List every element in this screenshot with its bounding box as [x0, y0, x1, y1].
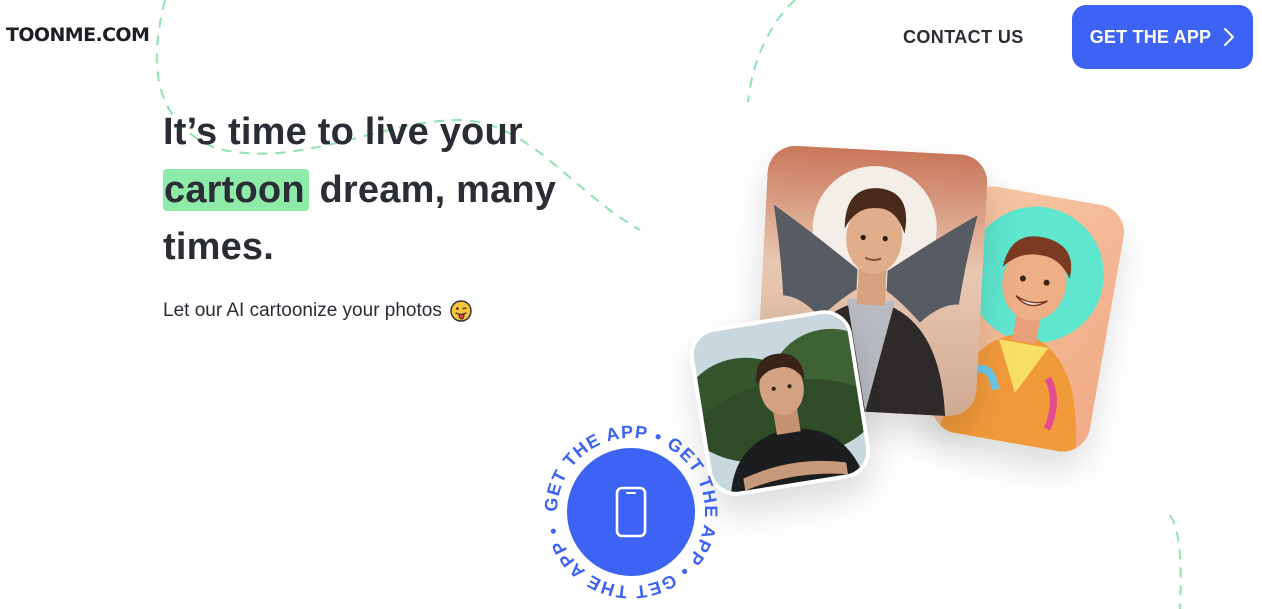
get-the-app-button[interactable]: GET THE APP: [1072, 5, 1253, 69]
hero-subtitle: Let our AI cartoonize your photos: [163, 300, 472, 322]
chevron-right-icon: [1224, 28, 1235, 46]
badge-circle: [567, 448, 695, 576]
hero-subtitle-text: Let our AI cartoonize your photos: [163, 300, 442, 321]
get-the-app-badge-graphic: GET THE APP • GET THE APP • GET THE APP …: [541, 422, 720, 602]
contact-us-link[interactable]: CONTACT US: [903, 27, 1024, 48]
get-the-app-button-label: GET THE APP: [1089, 26, 1212, 47]
hero-title: It’s time to live your cartoon dream, ma…: [163, 104, 683, 277]
site-logo[interactable]: TOONME.COM: [6, 24, 150, 46]
hero-title-line2: dream, many: [308, 168, 557, 211]
hero-title-line3: times.: [163, 226, 275, 268]
landing-page: TOONME.COM CONTACT US GET THE APP It’s t…: [0, 0, 1262, 609]
hero-title-highlight: cartoon: [163, 168, 309, 211]
hero-title-line1: It’s time to live your: [163, 111, 523, 153]
tongue-out-emoji-icon: [450, 300, 472, 322]
get-the-app-badge[interactable]: GET THE APP • GET THE APP • GET THE APP …: [541, 422, 721, 602]
